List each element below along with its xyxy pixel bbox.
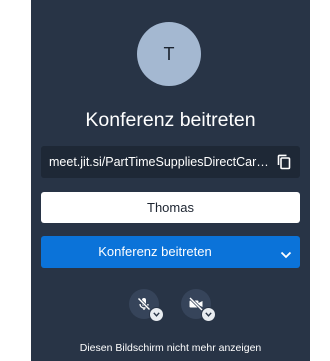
chevron-down-icon[interactable]	[280, 247, 292, 259]
meeting-url-text: meet.jit.si/PartTimeSuppliesDirectCar…	[49, 155, 269, 169]
dont-show-again-link[interactable]: Diesen Bildschirm nicht mehr anzeigen	[31, 340, 310, 356]
display-name-input[interactable]	[41, 192, 300, 223]
app-frame: T Konferenz beitreten meet.jit.si/PartTi…	[0, 0, 330, 361]
camera-toggle-button[interactable]	[181, 289, 216, 322]
microphone-toggle-button[interactable]	[129, 289, 164, 322]
copy-icon[interactable]	[277, 154, 291, 170]
microphone-options-chevron-icon[interactable]	[149, 307, 164, 322]
avatar: T	[137, 22, 201, 86]
join-meeting-button[interactable]: Konferenz beitreten	[41, 236, 300, 268]
page-title: Konferenz beitreten	[85, 109, 256, 131]
join-meeting-label: Konferenz beitreten	[98, 244, 212, 259]
camera-options-chevron-icon[interactable]	[201, 307, 216, 322]
meeting-url-box: meet.jit.si/PartTimeSuppliesDirectCar…	[41, 146, 300, 178]
